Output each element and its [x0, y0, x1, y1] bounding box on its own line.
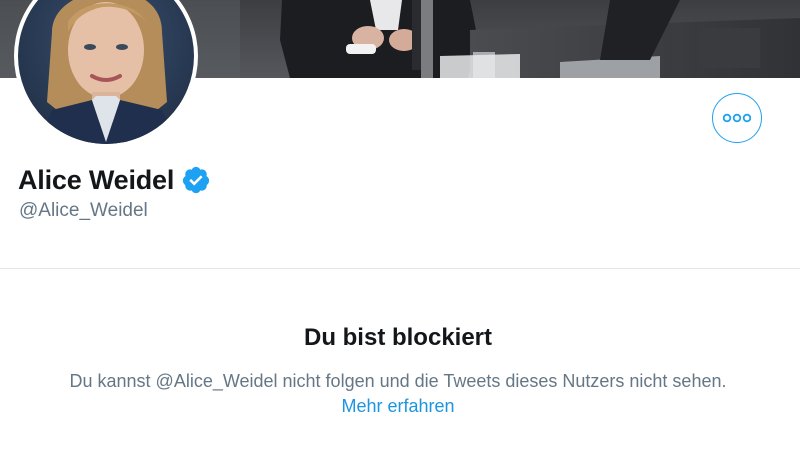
blocked-title: Du bist blockiert — [303, 324, 493, 351]
profile-name: Alice Weidel — [18, 164, 211, 196]
profile-handle: @Alice_Weidel — [19, 200, 148, 221]
section-divider — [0, 268, 800, 269]
profile-photo — [14, 0, 198, 148]
more-options-button[interactable] — [712, 93, 762, 143]
blocked-description: Du kannst @Alice_Weidel nicht folgen und… — [69, 371, 727, 391]
learn-more-link[interactable]: Mehr erfahren — [341, 396, 454, 416]
learn-more-container: Mehr erfahren — [0, 394, 796, 418]
avatar[interactable] — [12, 0, 204, 158]
display-name-text: Alice Weidel — [18, 165, 175, 195]
profile-page: Alice Weidel @Alice_Weidel Du bist block… — [0, 0, 800, 450]
verified-badge-icon — [183, 166, 210, 194]
more-horizontal-icon — [723, 113, 751, 123]
